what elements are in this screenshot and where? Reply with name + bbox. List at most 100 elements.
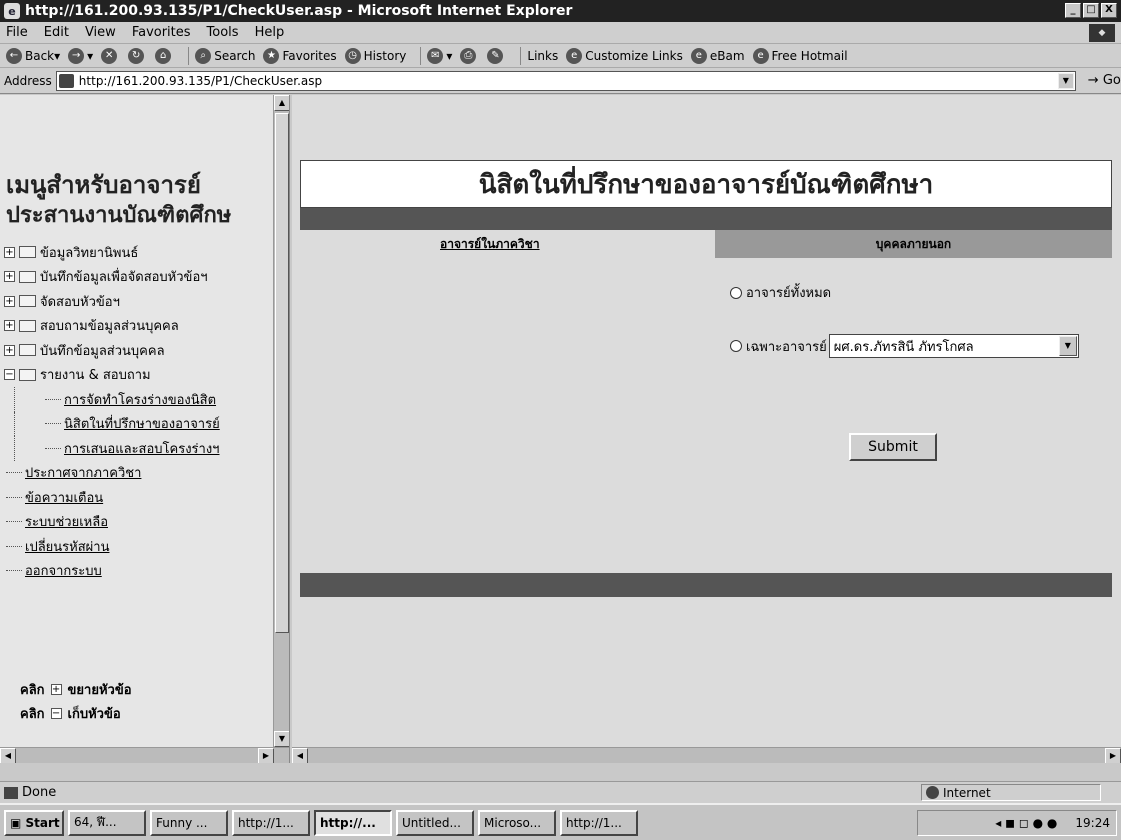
maximize-button[interactable]: □ — [1083, 3, 1099, 18]
menu-file[interactable]: File — [6, 25, 28, 40]
favorites-button[interactable]: ★ Favorites — [263, 47, 337, 64]
menu-tree: + ข้อมูลวิทยานิพนธ์ + บันทึกข้อมูลเพื่อจัด… — [4, 240, 220, 583]
tree-subitem-advisees[interactable]: นิสิตในที่ปรึกษาของอาจารย์ — [14, 411, 220, 436]
open-folder-icon — [19, 368, 36, 381]
link-announcements[interactable]: ประกาศจากภาควิชา — [4, 461, 220, 486]
start-button[interactable]: ▣ Start — [4, 809, 64, 836]
expand-icon[interactable]: + — [4, 344, 15, 356]
links-label: Links — [527, 48, 559, 63]
tree-item-record-exam[interactable]: + บันทึกข้อมูลเพื่อจัดสอบหัวข้อฯ — [4, 265, 220, 290]
forward-arrow-icon: → — [68, 47, 85, 64]
free-hotmail-link[interactable]: e Free Hotmail — [752, 47, 848, 64]
expand-icon[interactable]: + — [4, 320, 15, 332]
scroll-down-icon[interactable]: ▼ — [274, 731, 289, 747]
dropdown-arrow-icon[interactable]: ▼ — [1058, 336, 1077, 356]
taskbar-item[interactable]: Funny ... — [150, 809, 228, 836]
close-button[interactable]: X — [1101, 3, 1117, 18]
left-menu-frame: เมนูสำหรับอาจารย์ ประสานงานบัณฑิตศึกษ + ข… — [0, 95, 290, 763]
advisor-select[interactable]: ผศ.ดร.ภัทรสินี ภัทรโกศล ▼ — [828, 334, 1079, 358]
legend-expand: คลิก + ขยายหัวข้อ — [20, 682, 132, 698]
address-label: Address — [4, 73, 52, 88]
tab-internal-advisors[interactable]: อาจารย์ในภาควิชา — [300, 230, 715, 258]
taskbar-item[interactable]: Microso... — [478, 809, 556, 836]
stop-button[interactable]: ✕ — [101, 47, 120, 64]
minimize-button[interactable]: _ — [1065, 3, 1081, 18]
refresh-button[interactable]: ↻ — [128, 47, 147, 64]
menu-help[interactable]: Help — [255, 25, 285, 40]
home-icon: ⌂ — [155, 47, 172, 64]
scroll-left-icon[interactable]: ◀ — [0, 748, 16, 763]
status-text: Done — [22, 785, 57, 800]
ie-icon: e — [4, 3, 20, 19]
footer-divider — [300, 573, 1112, 597]
stop-icon: ✕ — [101, 47, 118, 64]
taskbar: ▣ Start 64, ฬี... Funny ... http://1... … — [0, 803, 1121, 840]
taskbar-item[interactable]: 64, ฬี... — [68, 809, 146, 836]
discuss-icon: ✎ — [487, 47, 504, 64]
radio-all-label: อาจารย์ทั้งหมด — [746, 286, 832, 301]
globe-icon — [926, 786, 939, 799]
scroll-right-icon[interactable]: ▶ — [1105, 748, 1121, 763]
tree-subitem-outline[interactable]: การจัดทำโครงร่างของนิสิต — [14, 387, 220, 412]
home-button[interactable]: ⌂ — [155, 47, 174, 64]
left-horizontal-scrollbar[interactable]: ◀ ▶ — [0, 747, 289, 763]
left-vertical-scrollbar[interactable]: ▲ ▼ — [273, 95, 289, 747]
menu-edit[interactable]: Edit — [44, 25, 69, 40]
tab-external-persons[interactable]: บุคคลภายนอก — [715, 230, 1112, 258]
page-icon — [58, 73, 74, 88]
address-input[interactable]: http://161.200.93.135/P1/CheckUser.asp ▼ — [55, 70, 1076, 91]
mail-button[interactable]: ✉ ▾ — [427, 47, 452, 64]
collapse-icon[interactable]: − — [4, 369, 15, 381]
search-button[interactable]: ⌕ Search — [195, 47, 255, 64]
menu-view[interactable]: View — [85, 25, 116, 40]
link-help[interactable]: ระบบช่วยเหลือ — [4, 510, 220, 535]
radio-all-row[interactable]: อาจารย์ทั้งหมด — [730, 282, 831, 303]
taskbar-item[interactable]: Untitled... — [396, 809, 474, 836]
scroll-thumb[interactable] — [275, 113, 289, 633]
clock: 19:24 — [1075, 816, 1110, 830]
tree-item-report-query[interactable]: − รายงาน & สอบถาม — [4, 363, 220, 388]
tree-item-thesis-info[interactable]: + ข้อมูลวิทยานิพนธ์ — [4, 240, 220, 265]
link-notifications[interactable]: ข้อความเตือน — [4, 485, 220, 510]
link-change-password[interactable]: เปลี่ยนรหัสผ่าน — [4, 534, 220, 559]
radio-specific-row[interactable]: เฉพาะอาจารย์ ผศ.ดร.ภัทรสินี ภัทรโกศล ▼ — [730, 334, 1079, 358]
submit-button[interactable]: Submit — [849, 433, 937, 461]
customize-links-link[interactable]: e Customize Links — [566, 47, 683, 64]
menu-favorites[interactable]: Favorites — [132, 25, 191, 40]
system-tray: ◂ ◼ ◻ ● ● 19:24 — [917, 810, 1117, 836]
expand-icon: + — [50, 683, 62, 695]
tree-item-arrange-exam[interactable]: + จัดสอบหัวข้อฯ — [4, 289, 220, 314]
print-button[interactable]: ⎙ — [460, 47, 479, 64]
expand-icon[interactable]: + — [4, 295, 15, 307]
ebam-link[interactable]: e eBam — [690, 47, 745, 64]
refresh-icon: ↻ — [128, 47, 145, 64]
taskbar-item-active[interactable]: http://... — [314, 809, 392, 836]
forward-button[interactable]: → ▾ — [68, 47, 93, 64]
scroll-right-icon[interactable]: ▶ — [258, 748, 274, 763]
radio-specific-label: เฉพาะอาจารย์ — [746, 339, 827, 355]
go-button[interactable]: → Go — [1088, 73, 1121, 88]
radio-specific-advisor[interactable] — [730, 340, 742, 352]
page-header: นิสิตในที่ปรึกษาของอาจารย์บัณฑิตศึกษา — [300, 160, 1112, 208]
tree-subitem-proposal[interactable]: การเสนอและสอบโครงร่างฯ — [14, 436, 220, 461]
history-button[interactable]: ◷ History — [344, 47, 406, 64]
back-button[interactable]: ← Back ▾ — [6, 47, 60, 64]
folder-icon — [19, 319, 36, 332]
menu-tools[interactable]: Tools — [207, 25, 239, 40]
dropdown-arrow-icon[interactable]: ▼ — [1057, 72, 1074, 89]
menu-subtitle: ประสานงานบัณฑิตศึกษ — [6, 203, 232, 228]
taskbar-item[interactable]: http://1... — [560, 809, 638, 836]
scroll-left-icon[interactable]: ◀ — [292, 748, 308, 763]
folder-icon — [19, 344, 36, 357]
tree-item-query-personal[interactable]: + สอบถามข้อมูลส่วนบุคคล — [4, 314, 220, 339]
tree-item-record-personal[interactable]: + บันทึกข้อมูลส่วนบุคคล — [4, 338, 220, 363]
taskbar-item[interactable]: http://1... — [232, 809, 310, 836]
expand-icon[interactable]: + — [4, 271, 15, 283]
scroll-up-icon[interactable]: ▲ — [274, 95, 289, 111]
tree-legend: คลิก + ขยายหัวข้อ คลิก − เก็บหัวข้อ — [20, 677, 132, 725]
main-horizontal-scrollbar[interactable]: ◀ ▶ — [292, 747, 1121, 763]
discuss-button[interactable]: ✎ — [487, 47, 506, 64]
link-logout[interactable]: ออกจากระบบ — [4, 559, 220, 584]
expand-icon[interactable]: + — [4, 246, 15, 258]
radio-all-advisors[interactable] — [730, 286, 742, 299]
